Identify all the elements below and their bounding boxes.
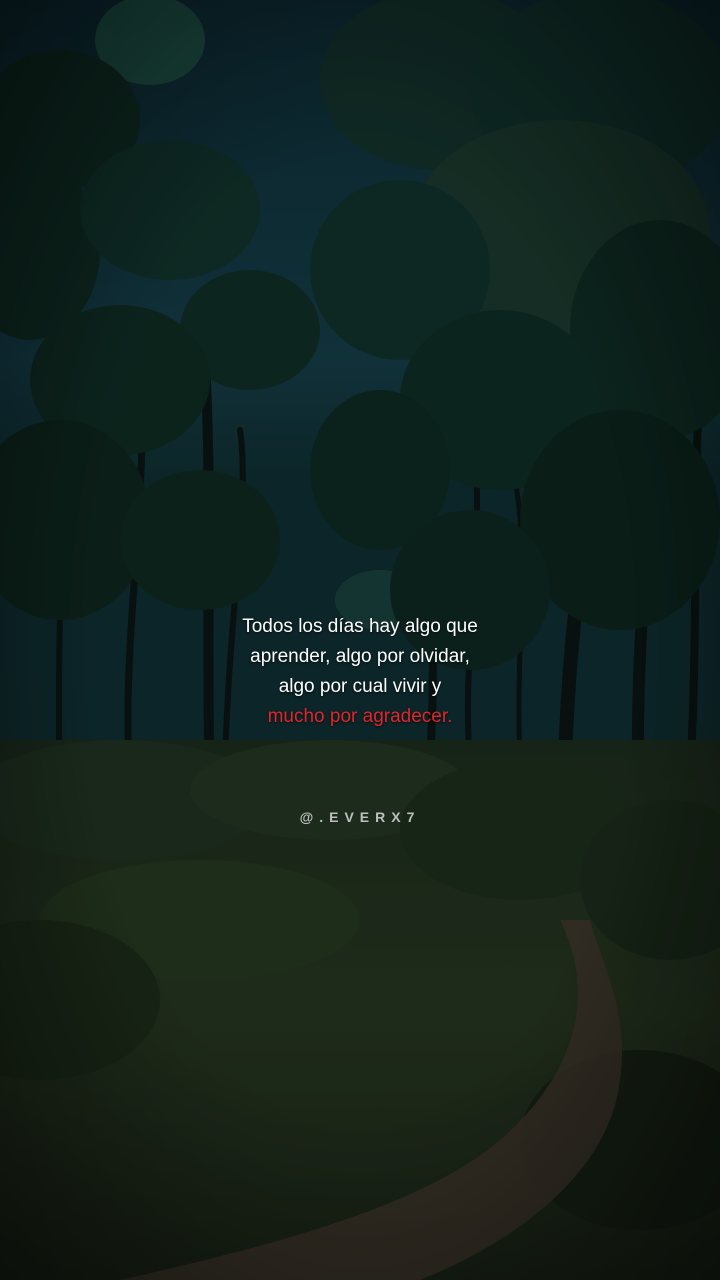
quote-highlight: mucho por agradecer. (267, 706, 453, 727)
quote-line: Todos los días hay algo que (242, 616, 478, 637)
quote-line: algo por cual vivir y (278, 676, 442, 697)
quote-line: aprender, algo por olvidar, (250, 646, 470, 667)
quote-text: Todos los días hay algo que aprender, al… (0, 612, 720, 732)
author-handle: @.EVERX7 (299, 809, 421, 825)
